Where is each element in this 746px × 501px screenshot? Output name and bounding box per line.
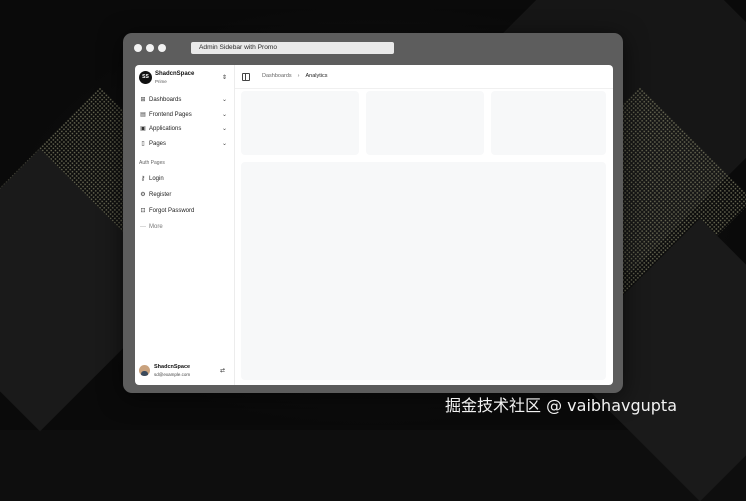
user-profile[interactable]: ShadcnSpace sd@example.com ⇄ xyxy=(139,364,229,380)
chevron-down-icon: ⌄ xyxy=(221,126,227,132)
brand-switcher[interactable]: SS ShadcnSpace Prime ⇕ xyxy=(139,71,229,87)
nav-item-pages[interactable]: ▯ Pages ⌄ xyxy=(139,138,229,150)
breadcrumb-current: Analytics xyxy=(305,73,328,79)
chevron-right-icon: › xyxy=(297,73,300,79)
stat-card-placeholder xyxy=(366,91,484,155)
switch-icon: ⇄ xyxy=(219,368,225,374)
nav-item-more[interactable]: ··· More xyxy=(139,221,229,233)
window-title: Admin Sidebar with Promo xyxy=(191,42,394,54)
window-close-button[interactable] xyxy=(134,44,142,52)
user-name: ShadcnSpace xyxy=(154,364,191,370)
sidebar: SS ShadcnSpace Prime ⇕ ⊞ Dashboards ⌄ ▤ Fr… xyxy=(135,65,235,385)
window-minimize-button[interactable] xyxy=(146,44,154,52)
nav-label: More xyxy=(149,224,163,230)
nav-item-dashboards[interactable]: ⊞ Dashboards ⌄ xyxy=(139,94,229,106)
nav-item-frontend-pages[interactable]: ▤ Frontend Pages ⌄ xyxy=(139,109,229,121)
key-icon: ⚷ xyxy=(140,176,146,182)
window-maximize-button[interactable] xyxy=(158,44,166,52)
shopping-bag-icon: ▣ xyxy=(140,126,146,132)
nav-item-applications[interactable]: ▣ Applications ⌄ xyxy=(139,123,229,135)
user-email: sd@example.com xyxy=(154,372,191,377)
nav-item-forgot-password[interactable]: ⊡ Forgot Password xyxy=(139,205,229,217)
more-icon: ··· xyxy=(140,224,146,230)
nav-label: Register xyxy=(149,192,172,198)
watermark: 掘金技术社区 @ vaibhavgupta xyxy=(445,396,677,415)
file-icon: ▤ xyxy=(140,112,146,118)
brand-logo: SS xyxy=(139,71,152,84)
content-panel-placeholder xyxy=(241,162,606,380)
top-bar: Dashboards › Analytics xyxy=(235,65,613,89)
breadcrumb: Dashboards › Analytics xyxy=(262,73,328,79)
grid-icon: ⊞ xyxy=(140,97,146,103)
sidebar-toggle-icon[interactable] xyxy=(242,73,250,81)
nav-label: Pages xyxy=(149,141,167,147)
chevron-down-icon: ⌄ xyxy=(221,141,227,147)
auth-section-label: Auth Pages xyxy=(139,160,165,166)
app-frame: SS ShadcnSpace Prime ⇕ ⊞ Dashboards ⌄ ▤ Fr… xyxy=(135,65,613,385)
nav-label: Login xyxy=(149,176,164,182)
chevron-down-icon: ⌄ xyxy=(221,97,227,103)
nav-label: Dashboards xyxy=(149,97,182,103)
main-content: Dashboards › Analytics xyxy=(235,65,613,385)
stat-card-placeholder xyxy=(241,91,359,155)
breadcrumb-parent[interactable]: Dashboards xyxy=(262,73,292,79)
brand-name: ShadcnSpace xyxy=(155,71,195,77)
chevron-down-icon: ⌄ xyxy=(221,112,227,118)
chevrons-up-down-icon: ⇕ xyxy=(221,75,227,81)
lock-icon: ⊡ xyxy=(140,208,146,214)
stat-card-placeholder xyxy=(491,91,606,155)
page-icon: ▯ xyxy=(141,141,145,147)
nav-label: Applications xyxy=(149,126,182,132)
brand-subtitle: Prime xyxy=(155,79,167,84)
nav-item-login[interactable]: ⚷ Login xyxy=(139,173,229,185)
nav-item-register[interactable]: ⚙ Register xyxy=(139,189,229,201)
nav-label: Frontend Pages xyxy=(149,112,192,118)
nav-label: Forgot Password xyxy=(149,208,195,214)
settings-icon: ⚙ xyxy=(140,192,146,198)
browser-window: Admin Sidebar with Promo SS ShadcnSpace … xyxy=(123,33,623,393)
avatar xyxy=(139,365,150,376)
